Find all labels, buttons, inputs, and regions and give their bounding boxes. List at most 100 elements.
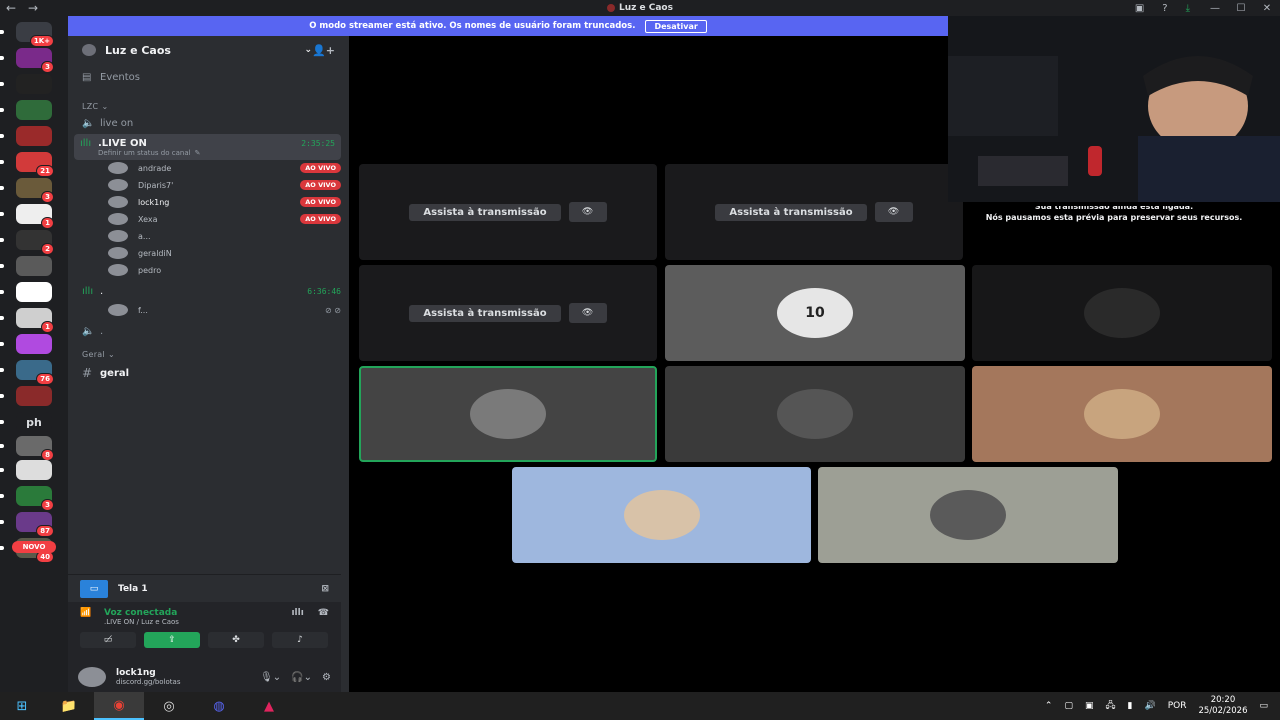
avatar[interactable] [78, 667, 106, 687]
voice-user[interactable]: Xexa AO VIVO [108, 213, 341, 225]
voice-user[interactable]: a... [108, 230, 341, 242]
server-icon[interactable] [16, 282, 52, 302]
server-icon[interactable]: 1 [16, 204, 54, 229]
preview-eye-icon[interactable]: 👁 [874, 202, 913, 222]
file-explorer-icon[interactable]: 📁 [44, 692, 94, 720]
activities-button[interactable]: ✤ [208, 632, 264, 648]
server-icon[interactable]: 3 [16, 178, 54, 203]
voice-user[interactable]: lock1ng AO VIVO [108, 196, 341, 208]
disconnect-icon[interactable]: ☎ [318, 608, 329, 618]
participant-tile[interactable] [665, 366, 965, 462]
speaker-icon: 🔈 [82, 118, 95, 129]
server-header[interactable]: Luz e Caos ⌄ 👤+ [68, 36, 349, 64]
screen-icon[interactable]: ▣ [1135, 3, 1144, 14]
network-icon[interactable]: 🖧 [1106, 698, 1116, 714]
pencil-icon[interactable]: ✎ [195, 149, 201, 157]
close-button[interactable]: ✕ [1254, 3, 1280, 14]
voice-channel-second[interactable]: ıllı . 6:36:46 [82, 286, 341, 297]
live-badge[interactable]: AO VIVO [300, 214, 341, 224]
back-arrow-icon[interactable]: ← [0, 1, 22, 15]
server-icon[interactable]: 3 [16, 486, 54, 511]
chevron-up-icon[interactable]: ⌃ [1045, 701, 1053, 711]
add-member-icon[interactable]: 👤+ [312, 44, 335, 57]
clock[interactable]: 20:20 25/02/2026 [1198, 695, 1247, 717]
help-icon[interactable]: ? [1162, 3, 1167, 14]
participant-tile[interactable] [512, 467, 811, 563]
start-button[interactable]: ⊞ [0, 692, 44, 720]
app-icon[interactable]: ▲ [244, 692, 294, 720]
server-icon[interactable]: 2 [16, 230, 54, 255]
participant-tile[interactable]: 10 [665, 265, 965, 361]
screen-share-button[interactable]: ⇪ [144, 632, 200, 648]
server-icon[interactable]: 3 [16, 48, 54, 73]
server-icon[interactable] [16, 74, 52, 94]
server-icon[interactable]: ph [16, 412, 52, 432]
stream-tile[interactable]: Assista à transmissão 👁 [359, 164, 657, 260]
volume-icon[interactable]: 🔊 [1145, 701, 1156, 711]
server-icon[interactable] [16, 126, 52, 146]
forward-arrow-icon[interactable]: → [22, 1, 44, 15]
chrome-icon[interactable]: ◉ [94, 692, 144, 720]
voice-user[interactable]: pedro [108, 264, 341, 276]
server-icon[interactable]: 76 [16, 360, 54, 385]
voice-user[interactable]: Diparis7' AO VIVO [108, 179, 341, 191]
category-geral[interactable]: Geral ⌄ [82, 350, 341, 359]
stream-tile[interactable]: Assista à transmissão 👁 [359, 265, 657, 361]
server-icon[interactable] [16, 256, 52, 276]
watch-stream-button[interactable]: Assista à transmissão [409, 203, 561, 221]
events-item[interactable]: ▤ Eventos [82, 72, 341, 83]
maximize-button[interactable]: ☐ [1228, 3, 1254, 14]
usb-icon[interactable]: ▮ [1128, 701, 1133, 711]
voice-user[interactable]: geraldiN [108, 247, 341, 259]
server-icon[interactable] [16, 460, 52, 480]
live-badge[interactable]: AO VIVO [300, 180, 341, 190]
preview-eye-icon[interactable]: 👁 [568, 202, 607, 222]
soundboard-button[interactable]: ♪ [272, 632, 328, 648]
new-servers-badge[interactable]: NOVO [12, 541, 56, 553]
voice-channel-third[interactable]: 🔈 . [82, 326, 341, 337]
server-icon[interactable]: 87 [16, 512, 54, 537]
channel-status-hint[interactable]: Definir um status do canal [98, 149, 191, 157]
server-icon[interactable]: 21 [16, 152, 54, 177]
live-badge[interactable]: AO VIVO [300, 197, 341, 207]
discord-icon[interactable]: ◍ [194, 692, 244, 720]
voice-user[interactable]: f... ⊘ ⊘ [108, 304, 341, 316]
participant-tile[interactable] [972, 366, 1272, 462]
server-icon[interactable]: 8 [16, 436, 54, 461]
category-lzc[interactable]: LZC ⌄ [82, 102, 341, 111]
watch-stream-button[interactable]: Assista à transmissão [409, 304, 561, 322]
microphone-icon[interactable]: 🎙⌄ [260, 672, 281, 683]
text-channel-geral[interactable]: # geral [82, 366, 341, 380]
server-icon[interactable] [16, 334, 52, 354]
participant-tile[interactable] [972, 265, 1272, 361]
preview-eye-icon[interactable]: 👁 [568, 303, 607, 323]
gear-icon[interactable]: ⚙ [322, 672, 331, 683]
noise-icon[interactable]: ıllı [291, 608, 303, 618]
camera-off-button[interactable]: ▭̸ [80, 632, 136, 648]
download-icon[interactable]: ⤓ [1186, 3, 1190, 14]
server-icon[interactable]: 1 [16, 308, 54, 333]
stream-tile[interactable]: Assista à transmissão 👁 [665, 164, 963, 260]
server-icon[interactable]: 1K+ [16, 22, 54, 47]
headphones-icon[interactable]: 🎧⌄ [291, 672, 312, 683]
participant-tile-speaking[interactable] [359, 366, 657, 462]
server-icon[interactable] [16, 100, 52, 120]
watch-stream-button[interactable]: Assista à transmissão [715, 203, 867, 221]
voice-sub[interactable]: .LIVE ON / Luz e Caos [104, 618, 329, 626]
tray-app-icon[interactable]: ▣ [1085, 701, 1094, 711]
live-badge[interactable]: AO VIVO [300, 163, 341, 173]
tray-app-icon[interactable]: ▢ [1064, 701, 1073, 711]
active-voice-channel[interactable]: ıllı .LIVE ON 2:35:25 Definir um status … [74, 134, 341, 160]
server-icon[interactable] [16, 386, 52, 406]
deactivate-button[interactable]: Desativar [645, 19, 707, 33]
language-indicator[interactable]: POR [1168, 701, 1187, 711]
voice-channel-live-on[interactable]: 🔈 live on [82, 118, 341, 129]
notification-icon[interactable]: ▭ [1259, 701, 1268, 711]
participant-tile[interactable] [818, 467, 1118, 563]
stop-share-icon[interactable]: ⊠ [321, 584, 329, 594]
screen-share-bar[interactable]: ▭ Tela 1 ⊠ [68, 574, 341, 602]
user-panel: ▭ Tela 1 ⊠ 📶 Voz conectada ıllı ☎ .LIVE … [68, 574, 341, 692]
voice-user[interactable]: andrade AO VIVO [108, 162, 341, 174]
minimize-button[interactable]: — [1202, 3, 1228, 14]
obs-icon[interactable]: ◎ [144, 692, 194, 720]
